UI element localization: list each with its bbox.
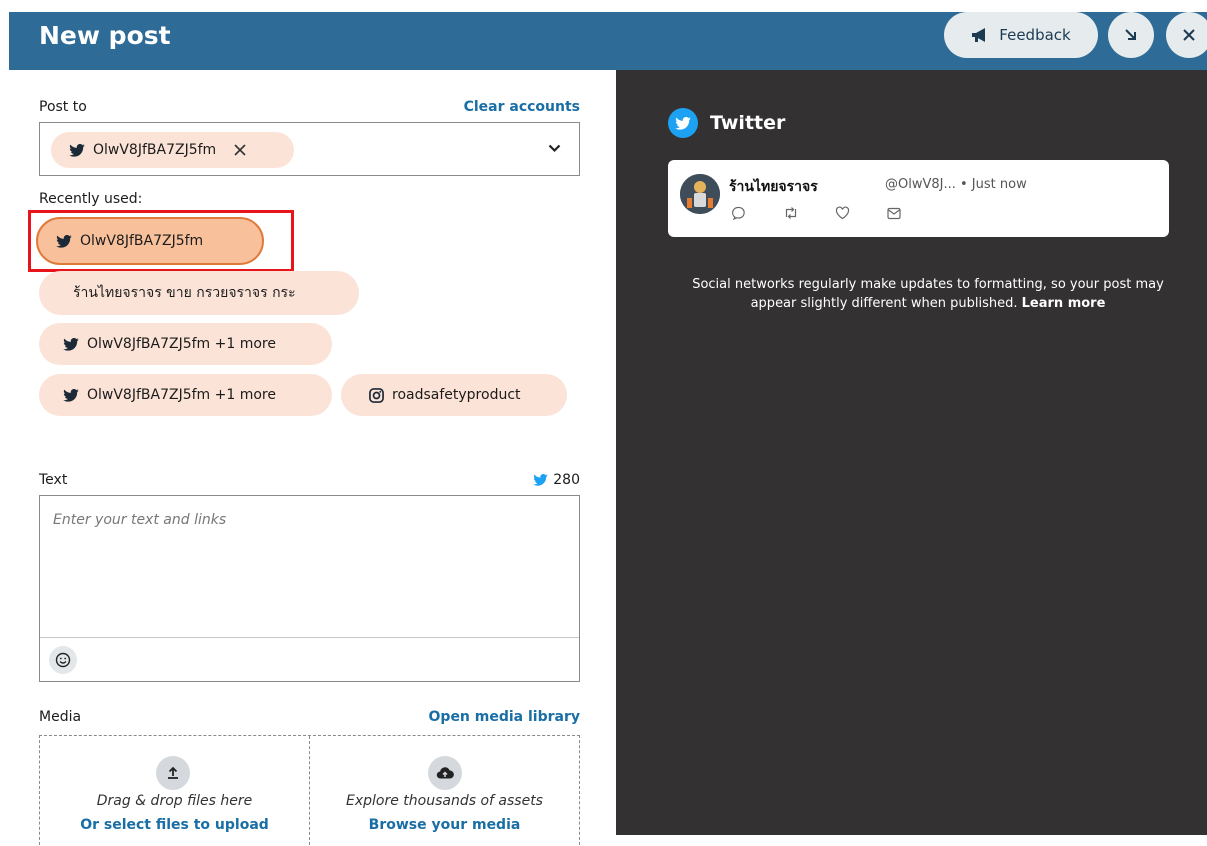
close-icon xyxy=(1183,29,1195,41)
close-button[interactable] xyxy=(1166,12,1207,58)
media-dropzone: Drag & drop files here Or select files t… xyxy=(39,735,580,845)
editor-divider xyxy=(40,637,579,638)
selected-account-chip: OlwV8JfBA7ZJ5fm xyxy=(51,132,294,168)
avatar xyxy=(680,174,720,214)
remove-account-button[interactable] xyxy=(234,144,246,156)
minimize-button[interactable] xyxy=(1108,12,1154,58)
header-bar: New post Feedback xyxy=(9,12,1207,70)
upload-text: Drag & drop files here xyxy=(96,793,253,809)
page-title: New post xyxy=(39,21,171,50)
char-counter: 280 xyxy=(533,472,580,488)
preview-handle: @OlwV8J... • Just now xyxy=(885,177,1027,192)
feedback-button[interactable]: Feedback xyxy=(944,12,1098,58)
tweet-preview-card: ร้านไทยจราจร @OlwV8J... • Just now xyxy=(668,160,1169,237)
twitter-icon xyxy=(63,337,79,351)
learn-more-link[interactable]: Learn more xyxy=(1022,296,1106,311)
arrow-down-right-icon xyxy=(1125,29,1136,40)
recent-account-chip[interactable]: OlwV8JfBA7ZJ5fm +1 more xyxy=(39,374,332,416)
post-to-label: Post to xyxy=(39,99,87,115)
recent-account-label: ร้านไทยจราจร ขาย กรวยจราจร กระ xyxy=(73,285,296,301)
selected-account-label: OlwV8JfBA7ZJ5fm xyxy=(93,142,217,158)
media-label: Media xyxy=(39,709,82,725)
smiley-icon xyxy=(55,652,71,668)
twitter-icon xyxy=(63,388,79,402)
explore-text: Explore thousands of assets xyxy=(346,793,543,809)
recently-used-label: Recently used: xyxy=(39,191,143,207)
compose-panel: Post to Clear accounts OlwV8JfBA7ZJ5fm R… xyxy=(9,70,616,845)
recent-account-label: OlwV8JfBA7ZJ5fm +1 more xyxy=(87,387,276,403)
preview-network-header: Twitter xyxy=(668,108,785,138)
clear-accounts-link[interactable]: Clear accounts xyxy=(464,99,580,115)
recent-account-chip[interactable]: ร้านไทยจราจร ขาย กรวยจราจร กระ xyxy=(39,271,359,315)
message-icon xyxy=(887,205,939,224)
account-selector[interactable]: OlwV8JfBA7ZJ5fm xyxy=(39,122,580,176)
preview-display-name: ร้านไทยจราจร xyxy=(729,179,818,195)
text-placeholder: Enter your text and links xyxy=(53,512,227,528)
select-files-link[interactable]: Or select files to upload xyxy=(40,817,309,833)
heart-icon xyxy=(835,205,887,224)
upload-icon xyxy=(156,756,190,790)
twitter-icon xyxy=(69,143,85,157)
instagram-icon xyxy=(369,387,384,403)
formatting-note: Social networks regularly make updates t… xyxy=(678,275,1178,313)
chevron-down-icon[interactable] xyxy=(548,144,561,153)
explore-zone[interactable]: Explore thousands of assets Browse your … xyxy=(310,736,579,846)
recent-account-label: OlwV8JfBA7ZJ5fm +1 more xyxy=(87,336,276,352)
twitter-icon xyxy=(668,108,698,138)
megaphone-icon xyxy=(972,28,986,42)
text-label: Text xyxy=(39,472,68,488)
recent-account-chip[interactable]: OlwV8JfBA7ZJ5fm +1 more xyxy=(39,323,332,365)
text-editor[interactable]: Enter your text and links xyxy=(39,495,580,682)
feedback-label: Feedback xyxy=(999,26,1071,44)
close-icon xyxy=(234,144,246,156)
recent-account-chip[interactable]: roadsafetyproduct xyxy=(341,374,567,416)
cloud-upload-icon xyxy=(428,756,462,790)
highlight-box xyxy=(28,210,294,272)
preview-network-name: Twitter xyxy=(710,112,786,134)
emoji-button[interactable] xyxy=(49,646,77,674)
retweet-icon xyxy=(783,205,835,224)
browse-media-link[interactable]: Browse your media xyxy=(310,817,579,833)
reply-icon xyxy=(731,205,783,224)
twitter-icon xyxy=(533,474,548,486)
upload-zone[interactable]: Drag & drop files here Or select files t… xyxy=(40,736,309,846)
open-media-library-link[interactable]: Open media library xyxy=(429,709,580,725)
recent-account-label: roadsafetyproduct xyxy=(392,387,521,403)
preview-panel: Twitter ร้านไทยจราจร @OlwV8J... • Just n… xyxy=(616,70,1207,835)
char-count: 280 xyxy=(553,472,580,488)
tweet-actions xyxy=(731,205,939,224)
